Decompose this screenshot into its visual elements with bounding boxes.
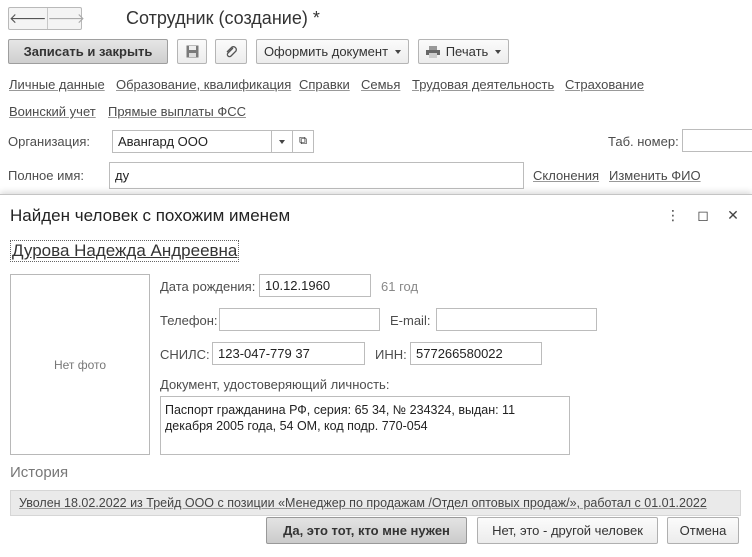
create-document-label: Оформить документ bbox=[263, 44, 389, 59]
full-name-label: Полное имя: bbox=[8, 168, 84, 183]
org-open-button[interactable]: ⧉ bbox=[292, 130, 314, 153]
phone-label: Телефон: bbox=[160, 313, 218, 328]
link-insurance[interactable]: Страхование bbox=[565, 77, 644, 92]
forward-icon[interactable]: 🡒 bbox=[46, 8, 85, 29]
link-certificates[interactable]: Справки bbox=[299, 77, 350, 92]
tab-number-field[interactable] bbox=[682, 129, 752, 152]
inn-field: 577266580022 bbox=[410, 342, 542, 365]
inn-label: ИНН: bbox=[375, 347, 407, 362]
link-military[interactable]: Воинский учет bbox=[9, 104, 96, 119]
open-window-icon: ⧉ bbox=[299, 135, 307, 147]
no-photo-label: Нет фото bbox=[53, 357, 107, 372]
chevron-down-icon bbox=[395, 49, 402, 54]
different-person-button[interactable]: Нет, это - другой человек bbox=[477, 517, 658, 544]
email-label: E-mail: bbox=[390, 313, 431, 328]
tab-number-label: Таб. номер: bbox=[608, 134, 679, 149]
history-entry-link[interactable]: Уволен 18.02.2022 из Трейд ООО с позиции… bbox=[19, 496, 707, 510]
close-icon[interactable]: ✕ bbox=[718, 207, 748, 224]
snils-field: 123-047-779 37 bbox=[212, 342, 365, 365]
print-button[interactable]: Печать bbox=[418, 39, 509, 64]
phone-field bbox=[219, 308, 380, 331]
back-icon[interactable]: 🡐 bbox=[9, 8, 47, 29]
org-field[interactable]: Авангард ООО bbox=[112, 130, 272, 153]
create-document-button[interactable]: Оформить документ bbox=[256, 39, 409, 64]
attach-button[interactable] bbox=[215, 39, 247, 64]
floppy-icon bbox=[186, 45, 198, 58]
change-fio-link[interactable]: Изменить ФИО bbox=[609, 168, 701, 183]
save-close-button[interactable]: Записать и закрыть bbox=[8, 39, 168, 64]
age-label: 61 год bbox=[381, 279, 419, 294]
maximize-icon[interactable]: ◻ bbox=[688, 207, 718, 224]
birth-date-label: Дата рождения: bbox=[160, 279, 256, 294]
person-name-link[interactable]: Дурова Надежда Андреевна bbox=[9, 240, 240, 262]
photo-placeholder: Нет фото bbox=[10, 274, 150, 455]
chevron-down-icon bbox=[495, 49, 502, 54]
snils-label: СНИЛС: bbox=[160, 347, 210, 362]
save-button[interactable] bbox=[177, 39, 207, 64]
link-fss-payments[interactable]: Прямые выплаты ФСС bbox=[108, 104, 246, 119]
dialog-window-controls: ⋮ ◻ ✕ bbox=[658, 207, 748, 224]
printer-icon bbox=[425, 45, 440, 58]
org-dropdown[interactable] bbox=[271, 130, 293, 153]
more-icon[interactable]: ⋮ bbox=[658, 207, 688, 224]
email-field bbox=[436, 308, 597, 331]
nav-buttons: 🡐 🡒 bbox=[8, 7, 85, 30]
link-work-history[interactable]: Трудовая деятельность bbox=[412, 77, 554, 92]
link-family[interactable]: Семья bbox=[361, 77, 400, 92]
link-education[interactable]: Образование, квалификация bbox=[116, 77, 291, 92]
history-title: История bbox=[10, 464, 69, 481]
id-document-label: Документ, удостоверяющий личность: bbox=[160, 377, 390, 392]
window-title: Сотрудник (создание) * bbox=[126, 8, 320, 28]
cancel-button[interactable]: Отмена bbox=[667, 517, 739, 544]
history-row[interactable]: Уволен 18.02.2022 из Трейд ООО с позиции… bbox=[10, 490, 741, 516]
paperclip-icon bbox=[226, 45, 237, 57]
confirm-same-person-button[interactable]: Да, это тот, кто мне нужен bbox=[266, 517, 467, 544]
link-personal-data[interactable]: Личные данные bbox=[9, 77, 105, 92]
print-label: Печать bbox=[445, 44, 489, 59]
declension-link[interactable]: Склонения bbox=[533, 168, 599, 183]
dialog-title: Найден человек с похожим именем bbox=[10, 206, 291, 225]
chevron-down-icon bbox=[279, 139, 285, 144]
similar-person-dialog: Найден человек с похожим именем ⋮ ◻ ✕ Ду… bbox=[0, 194, 752, 557]
id-document-field: Паспорт гражданина РФ, серия: 65 34, № 2… bbox=[160, 396, 570, 455]
full-name-field[interactable]: ду bbox=[109, 162, 524, 189]
org-label: Организация: bbox=[8, 134, 91, 149]
birth-date-field: 10.12.1960 bbox=[259, 274, 371, 297]
